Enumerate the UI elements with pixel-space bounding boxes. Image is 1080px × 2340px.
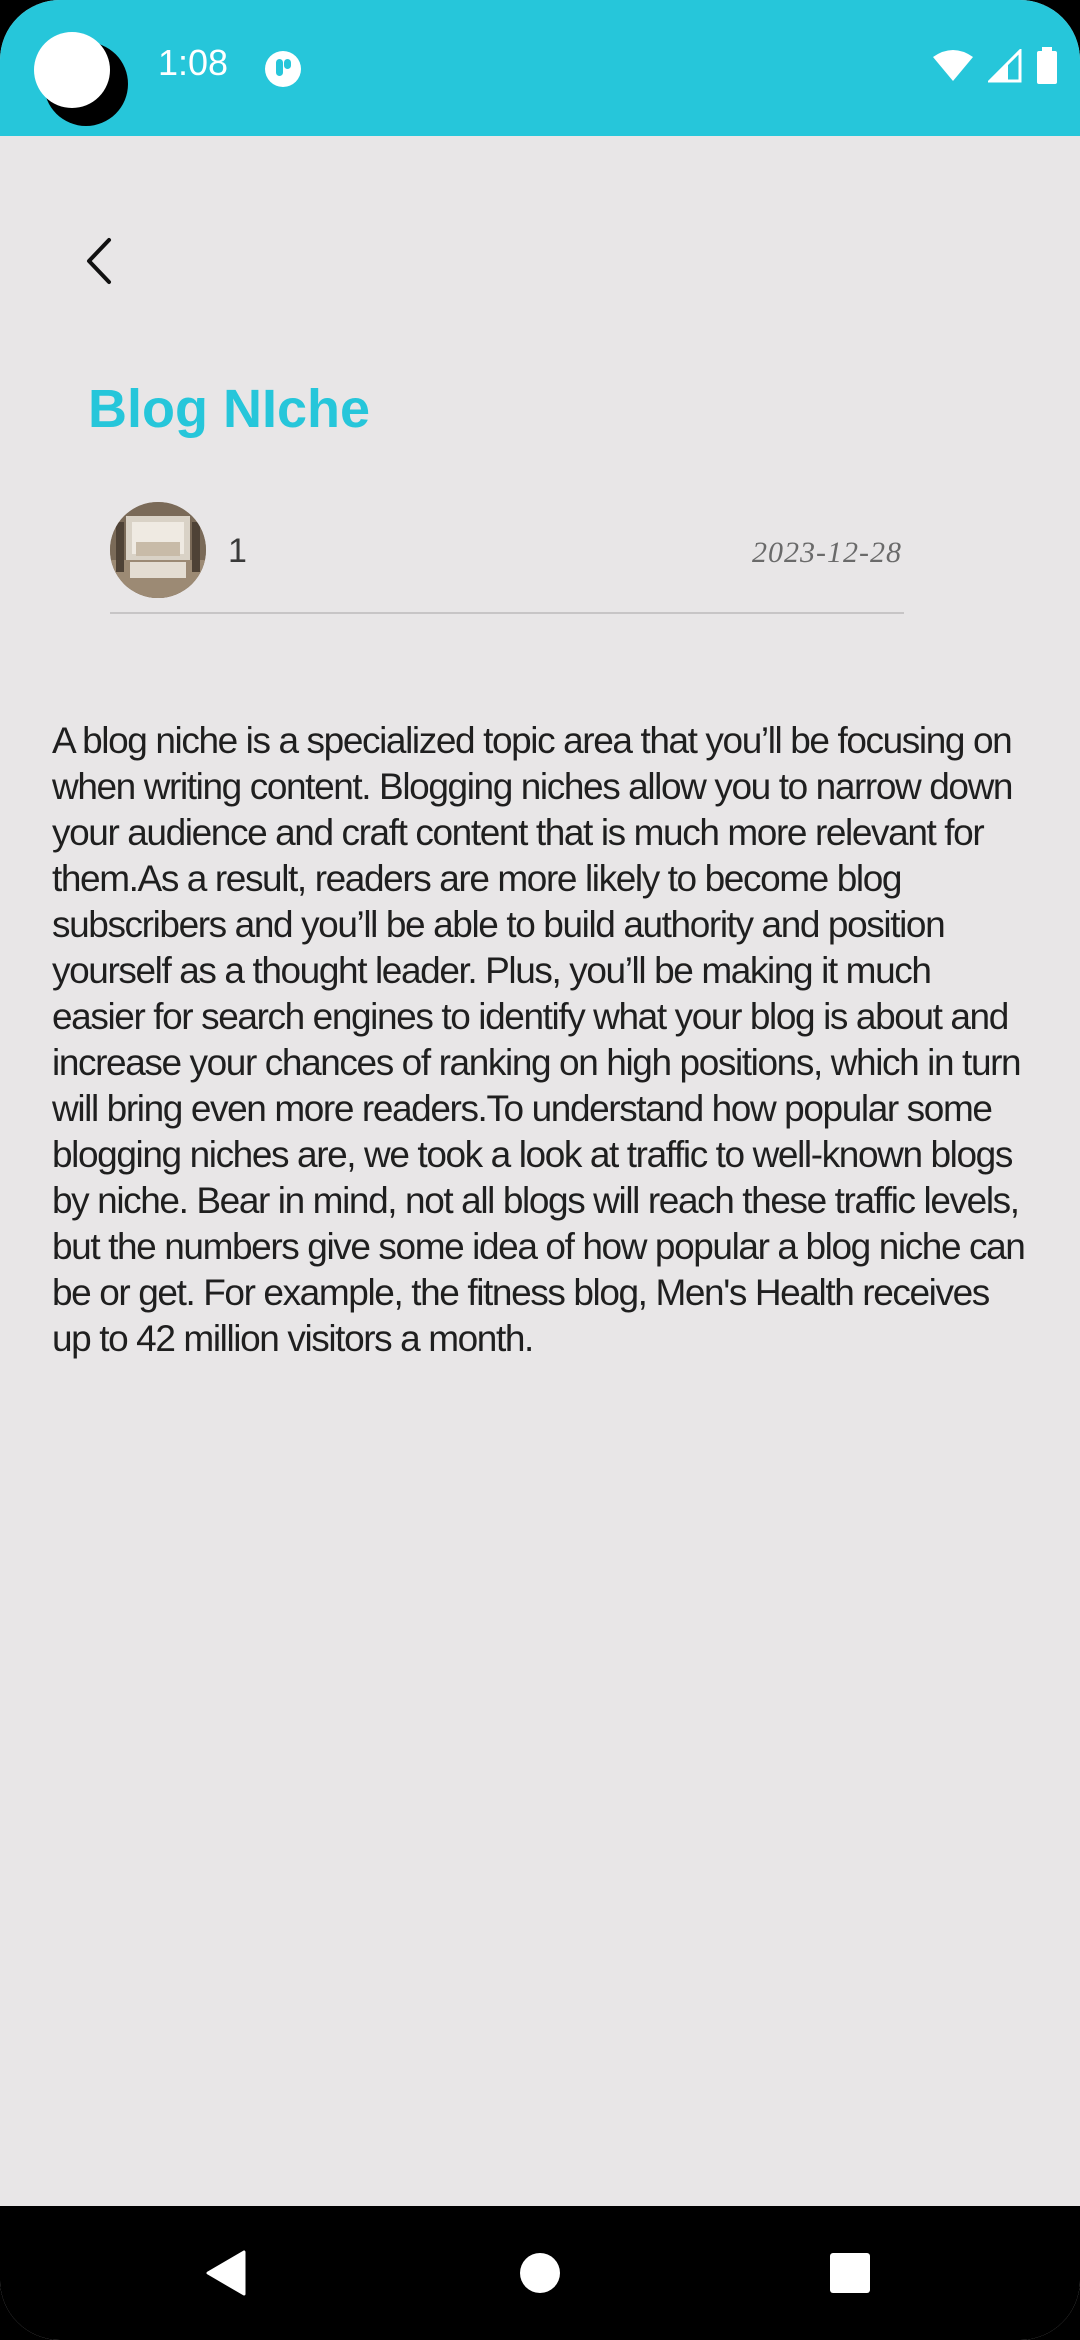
author-row: 1 2023-12-28	[110, 500, 904, 614]
status-bar: 1:08	[0, 0, 1080, 136]
post-title: Blog NIche	[88, 379, 371, 439]
chevron-left-icon	[87, 238, 111, 284]
avatar	[110, 502, 206, 598]
wifi-icon	[932, 49, 974, 88]
square-recents-icon	[830, 2253, 870, 2293]
navigation-bar	[0, 2206, 1080, 2340]
triangle-back-icon	[206, 2250, 246, 2296]
circle-home-icon	[520, 2253, 560, 2293]
nav-recents-button[interactable]	[790, 2206, 910, 2340]
app-notification-icon	[264, 50, 302, 88]
phone-screen: 1:08 Blog NIche 1 2023-12-28 A blog nich…	[0, 0, 1080, 2340]
status-icons	[932, 46, 1058, 90]
post-date: 2023-12-28	[752, 536, 902, 569]
author-name: 1	[228, 532, 247, 570]
nav-back-button[interactable]	[166, 2206, 286, 2340]
status-time: 1:08	[158, 42, 229, 83]
battery-icon	[1036, 46, 1058, 90]
post-body: A blog niche is a specialized topic area…	[52, 720, 1026, 1359]
cell-signal-icon	[986, 46, 1022, 88]
back-button[interactable]	[70, 226, 130, 296]
nav-home-button[interactable]	[480, 2206, 600, 2340]
camera-cutout	[34, 32, 128, 126]
